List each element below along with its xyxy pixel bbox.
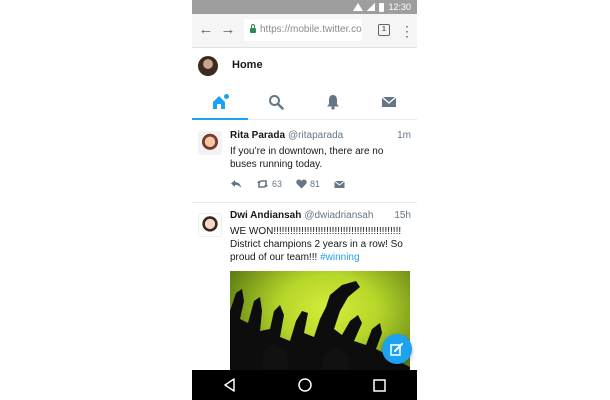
retweet-button[interactable]: 63 [256,179,282,189]
lock-icon [250,24,256,33]
app-header: Home [192,48,417,84]
browser-toolbar: ← → https://mobile.twitter.com 1 ⋮ [192,14,417,48]
tweet-header: Rita Parada @ritaparada [230,130,343,142]
tab-messages[interactable] [361,84,417,119]
status-bar: 12:30 [192,0,417,14]
heart-icon [296,179,307,189]
direct-message-button[interactable] [334,180,345,189]
wifi-icon [353,3,364,11]
tweet-author-name[interactable]: Rita Parada [230,130,285,141]
overflow-menu-icon[interactable]: ⋮ [400,23,414,39]
retweet-icon [257,180,268,188]
home-icon [213,93,230,109]
reply-icon [231,180,241,188]
url-bar[interactable]: https://mobile.twitter.com [244,19,362,41]
back-triangle-icon [223,378,235,392]
tweet-photo[interactable] [230,271,410,381]
retweet-count: 63 [272,179,283,189]
page-title: Home [232,59,263,71]
url-text: https://mobile.twitter.com [260,24,362,35]
tweet-text-body: District champions 2 years in a row! So … [230,239,403,263]
compose-icon [390,343,403,356]
home-circle-icon [297,378,312,392]
compose-tweet-button[interactable] [382,334,412,364]
forward-arrow-icon[interactable]: → [220,22,236,38]
messages-envelope-icon [381,95,397,107]
tweet-header: Dwi Andiansah @dwiadriansah [230,210,373,222]
tweet-author-handle[interactable]: @ritaparada [288,130,343,141]
tweet-card[interactable]: Rita Parada @ritaparada 1m If you’re in d… [192,121,417,203]
tab-home[interactable] [192,84,249,120]
tweet-text-line: WE WON!!!!!!!!!!!!!!!!!!!!!!!!!!!!!!!!!!… [230,226,402,237]
tab-search[interactable] [248,84,304,119]
tweet-actions: 63 81 [230,179,345,189]
nav-back-button[interactable] [218,373,242,397]
tab-switcher-button[interactable]: 1 [378,24,390,36]
phone-screen: 12:30 ← → https://mobile.twitter.com 1 ⋮… [192,0,417,400]
system-nav-bar [192,370,417,400]
battery-icon [379,2,385,12]
tweet-author-name[interactable]: Dwi Andiansah [230,210,301,221]
tweet-timestamp: 1m [397,130,411,141]
reply-button[interactable] [230,179,242,189]
status-time: 12:30 [388,2,411,12]
recents-square-icon [373,378,386,392]
like-count: 81 [310,179,321,189]
tab-notifications[interactable] [305,84,361,119]
notifications-bell-icon [326,94,339,110]
avatar[interactable] [198,56,218,76]
tab-bar [192,84,417,120]
avatar[interactable] [198,131,222,155]
tweet-text: District champions 2 years in a row! So … [230,238,410,264]
nav-home-button[interactable] [293,373,317,397]
tweet-timestamp: 15h [394,210,411,221]
envelope-icon [334,180,345,188]
crowd-silhouette-image [230,281,410,381]
avatar[interactable] [198,213,222,237]
tweet-text: If you’re in downtown, there are no buse… [230,146,384,170]
nav-recents-button[interactable] [368,373,392,397]
signal-icon [367,3,376,11]
status-icons: 12:30 [353,2,411,12]
like-button[interactable]: 81 [296,179,320,189]
back-arrow-icon[interactable]: ← [198,22,214,38]
hashtag-link[interactable]: #winning [320,252,359,263]
search-icon [269,94,285,110]
tweet-author-handle[interactable]: @dwiadriansah [304,210,373,221]
